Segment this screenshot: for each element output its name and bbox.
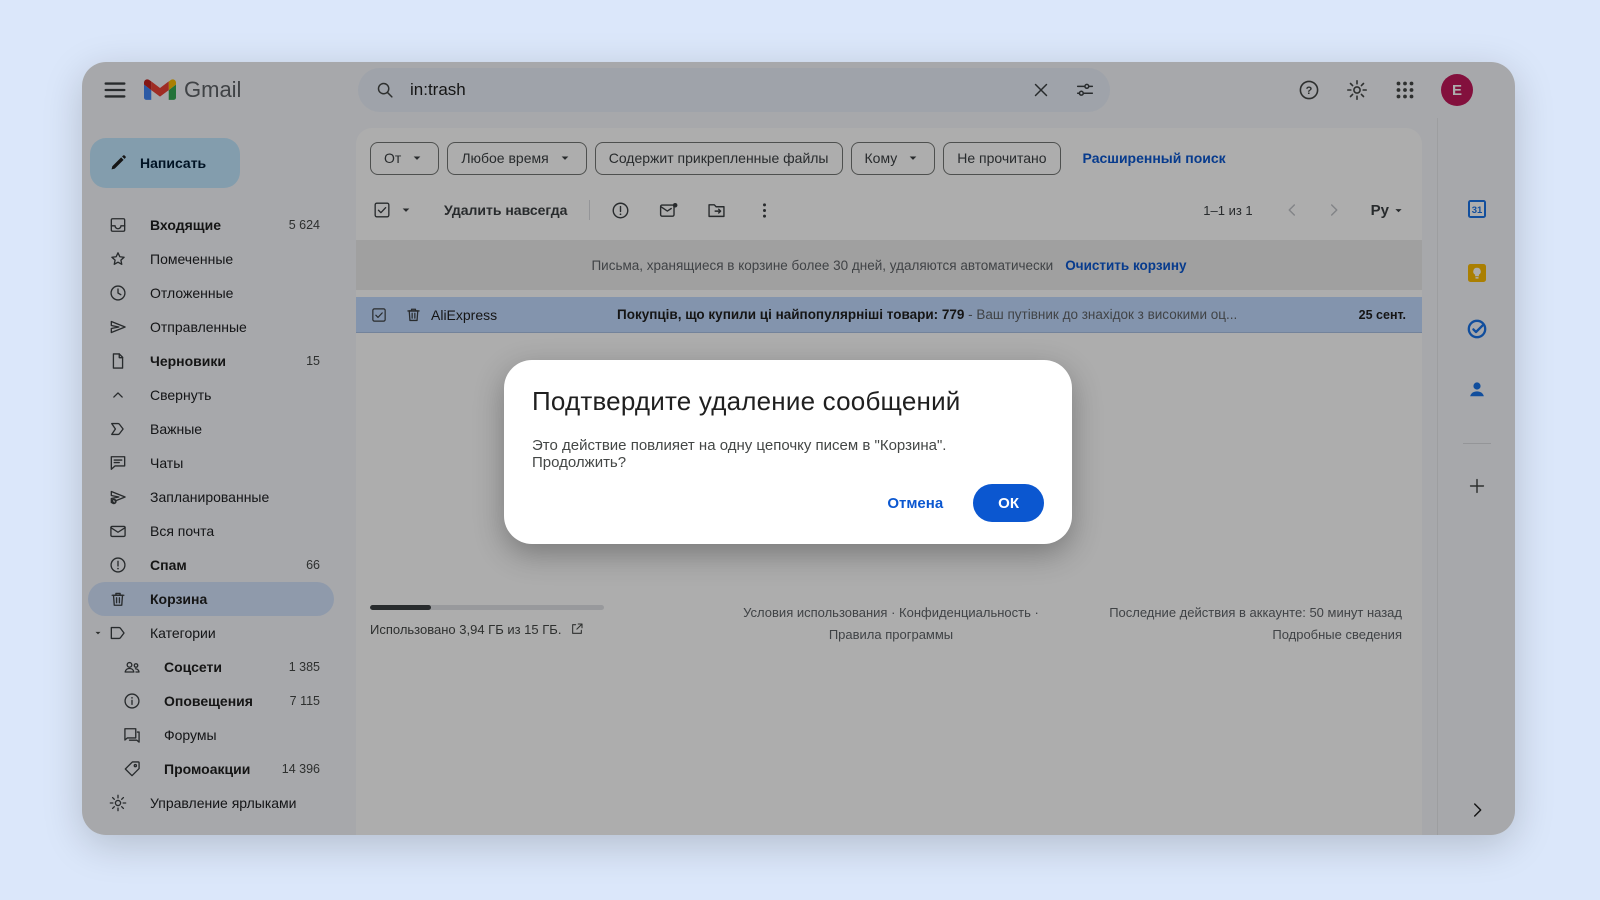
- dialog-title: Подтвердите удаление сообщений: [532, 386, 1044, 417]
- cancel-button[interactable]: Отмена: [887, 495, 943, 512]
- dialog-body: Это действие повлияет на одну цепочку пи…: [532, 437, 1044, 471]
- confirm-delete-dialog: Подтвердите удаление сообщений Это дейст…: [504, 360, 1072, 544]
- desktop-background: Gmail in:trash ? E Написать Входящие5 62: [0, 0, 1600, 900]
- ok-button[interactable]: ОК: [973, 484, 1044, 522]
